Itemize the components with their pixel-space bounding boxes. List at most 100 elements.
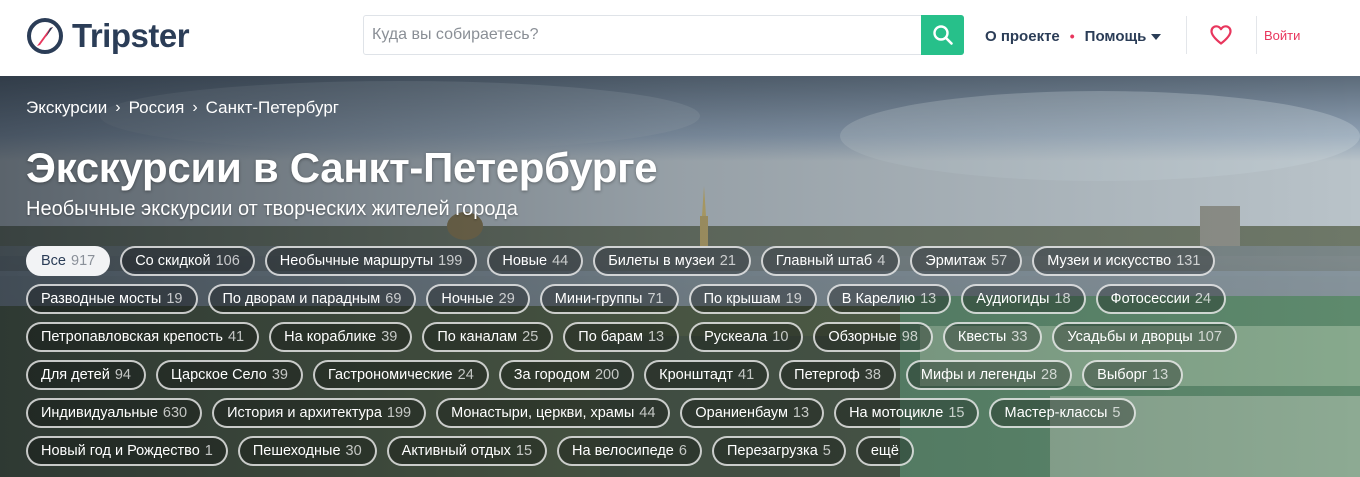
tag-count: 28 [1041,367,1058,383]
logo-text: Tripster [72,17,190,54]
category-tag[interactable]: Мастер-классы 5 [989,398,1136,428]
tag-label: Активный отдых [401,443,511,459]
category-tag[interactable]: Петропавловская крепость 41 [26,322,260,352]
breadcrumb-item[interactable]: Россия [129,98,185,118]
tag-label: Все [41,253,66,269]
nav-about-link[interactable]: О проекте [985,28,1060,45]
category-tag[interactable]: Петергоф 38 [779,360,896,390]
category-tag[interactable]: Необычные маршруты 199 [264,246,478,276]
category-tag[interactable]: Новые 44 [487,246,584,276]
breadcrumb-item[interactable]: Экскурсии [26,98,107,118]
tag-count: 15 [948,405,965,421]
tag-count: 10 [772,329,789,345]
category-tag[interactable]: На кораблике 39 [269,322,413,352]
category-tag[interactable]: На мотоцикле 15 [834,398,980,428]
tag-count: 24 [1194,291,1212,307]
category-tag[interactable]: Перезагрузка 5 [711,436,846,466]
tag-label: По дворам и парадным [222,291,381,307]
tag-label: Билеты в музеи [608,253,715,269]
tag-row: Индивидуальные 630 История и архитектура 19… [26,398,1136,428]
search-button[interactable] [921,15,964,55]
tag-label: Ночные [441,291,494,307]
category-tag[interactable]: Ночные 29 [426,284,530,314]
tag-label: Царское Село [171,367,267,383]
tag-count: 6 [678,443,687,459]
category-tag[interactable]: По каналам 25 [422,322,554,352]
tag-row: Разводные мосты 19 По дворам и парадным 69 Н… [26,284,1227,314]
category-tag[interactable]: Пешеходные 30 [237,436,377,466]
category-tag[interactable]: Индивидуальные 630 [26,398,203,428]
heart-icon[interactable] [1209,23,1233,47]
category-tag[interactable]: По дворам и парадным 69 [207,284,417,314]
nav-help-label: Помощь [1084,27,1147,45]
category-tag[interactable]: Активный отдых 15 [386,436,548,466]
tag-row: Все 917 Со скидкой 106 Необычные маршруты 199… [26,246,1216,276]
category-tag[interactable]: На велосипеде 6 [557,436,702,466]
login-link[interactable]: Войти [1264,28,1300,43]
category-tag[interactable]: По барам 13 [563,322,680,352]
category-tag[interactable]: Кронштадт 41 [644,360,770,390]
category-tag[interactable]: По крышам 19 [688,284,817,314]
category-tag[interactable]: Билеты в музеи 21 [593,246,751,276]
category-tag[interactable]: Для детей 94 [26,360,146,390]
category-tag[interactable]: Мини-группы 71 [539,284,679,314]
tag-count: 25 [522,329,539,345]
tag-label: В Карелию [841,291,916,307]
logo[interactable]: Tripster [26,14,190,58]
search-input[interactable] [364,16,922,54]
category-tag[interactable]: Монастыри, церкви, храмы 44 [436,398,671,428]
category-tag[interactable]: Усадьбы и дворцы 107 [1052,322,1237,352]
header-divider [1256,16,1257,54]
nav-help-menu[interactable]: Помощь [1085,28,1162,45]
tag-label: Мифы и легенды [920,367,1037,383]
category-tag[interactable]: Эрмитаж 57 [910,246,1023,276]
category-tag[interactable]: ещё [855,436,914,466]
category-tag[interactable]: Главный штаб 4 [760,246,901,276]
category-tag[interactable]: Обзорные 98 [813,322,933,352]
tag-label: Гастрономические [327,367,453,383]
tag-label: Музеи и искусство [1047,253,1172,269]
tag-count: 69 [385,291,402,307]
tag-label: На мотоцикле [849,405,944,421]
category-tag[interactable]: Музеи и искусство 131 [1032,246,1216,276]
tag-count: 1 [204,443,213,459]
tag-count: 57 [991,253,1008,269]
tag-label: За городом [513,367,590,383]
tag-label: Со скидкой [135,253,211,269]
category-tag[interactable]: За городом 200 [498,360,635,390]
tag-count: 107 [1197,329,1222,345]
breadcrumb-item[interactable]: Санкт-Петербург [206,98,339,118]
category-tag[interactable]: Царское Село 39 [156,360,303,390]
tag-label: Индивидуальные [41,405,158,421]
tag-count: 24 [457,367,474,383]
tag-count: 13 [1152,367,1169,383]
tag-row: Для детей 94 Царское Село 39 Гастрономически… [26,360,1184,390]
category-tag[interactable]: Со скидкой 106 [120,246,255,276]
category-tag[interactable]: В Карелию 13 [826,284,952,314]
category-tag[interactable]: Разводные мосты 19 [26,284,198,314]
category-tag[interactable]: Мифы и легенды 28 [905,360,1073,390]
tag-count: 630 [162,405,188,421]
category-tag[interactable]: Рускеала 10 [689,322,804,352]
tag-label: Фотосессии [1110,291,1190,307]
category-tag[interactable]: Фотосессии 24 [1095,284,1227,314]
tag-count: 5 [1112,405,1121,421]
tag-count: 106 [215,253,240,269]
category-tag[interactable]: Все 917 [26,246,111,276]
chevron-right-icon: › [192,99,198,116]
tag-count: 30 [345,443,362,459]
category-tag[interactable]: Выборг 13 [1082,360,1184,390]
category-tag[interactable]: Ораниенбаум 13 [680,398,825,428]
category-tag[interactable]: Квесты 33 [942,322,1043,352]
tag-count: 44 [552,253,569,269]
category-tag[interactable]: Аудиогиды 18 [961,284,1086,314]
search-box [363,15,964,55]
category-tag[interactable]: Гастрономические 24 [312,360,489,390]
category-tag[interactable]: История и архитектура 199 [212,398,427,428]
tag-count: 98 [901,329,918,345]
category-tag[interactable]: Новый год и Рождество 1 [26,436,228,466]
tag-count: 94 [114,367,131,383]
tag-count: 18 [1054,291,1071,307]
tag-count: 200 [594,367,620,383]
hero-banner: Экскурсии › Россия › Санкт-Петербург Экс… [0,76,1360,477]
